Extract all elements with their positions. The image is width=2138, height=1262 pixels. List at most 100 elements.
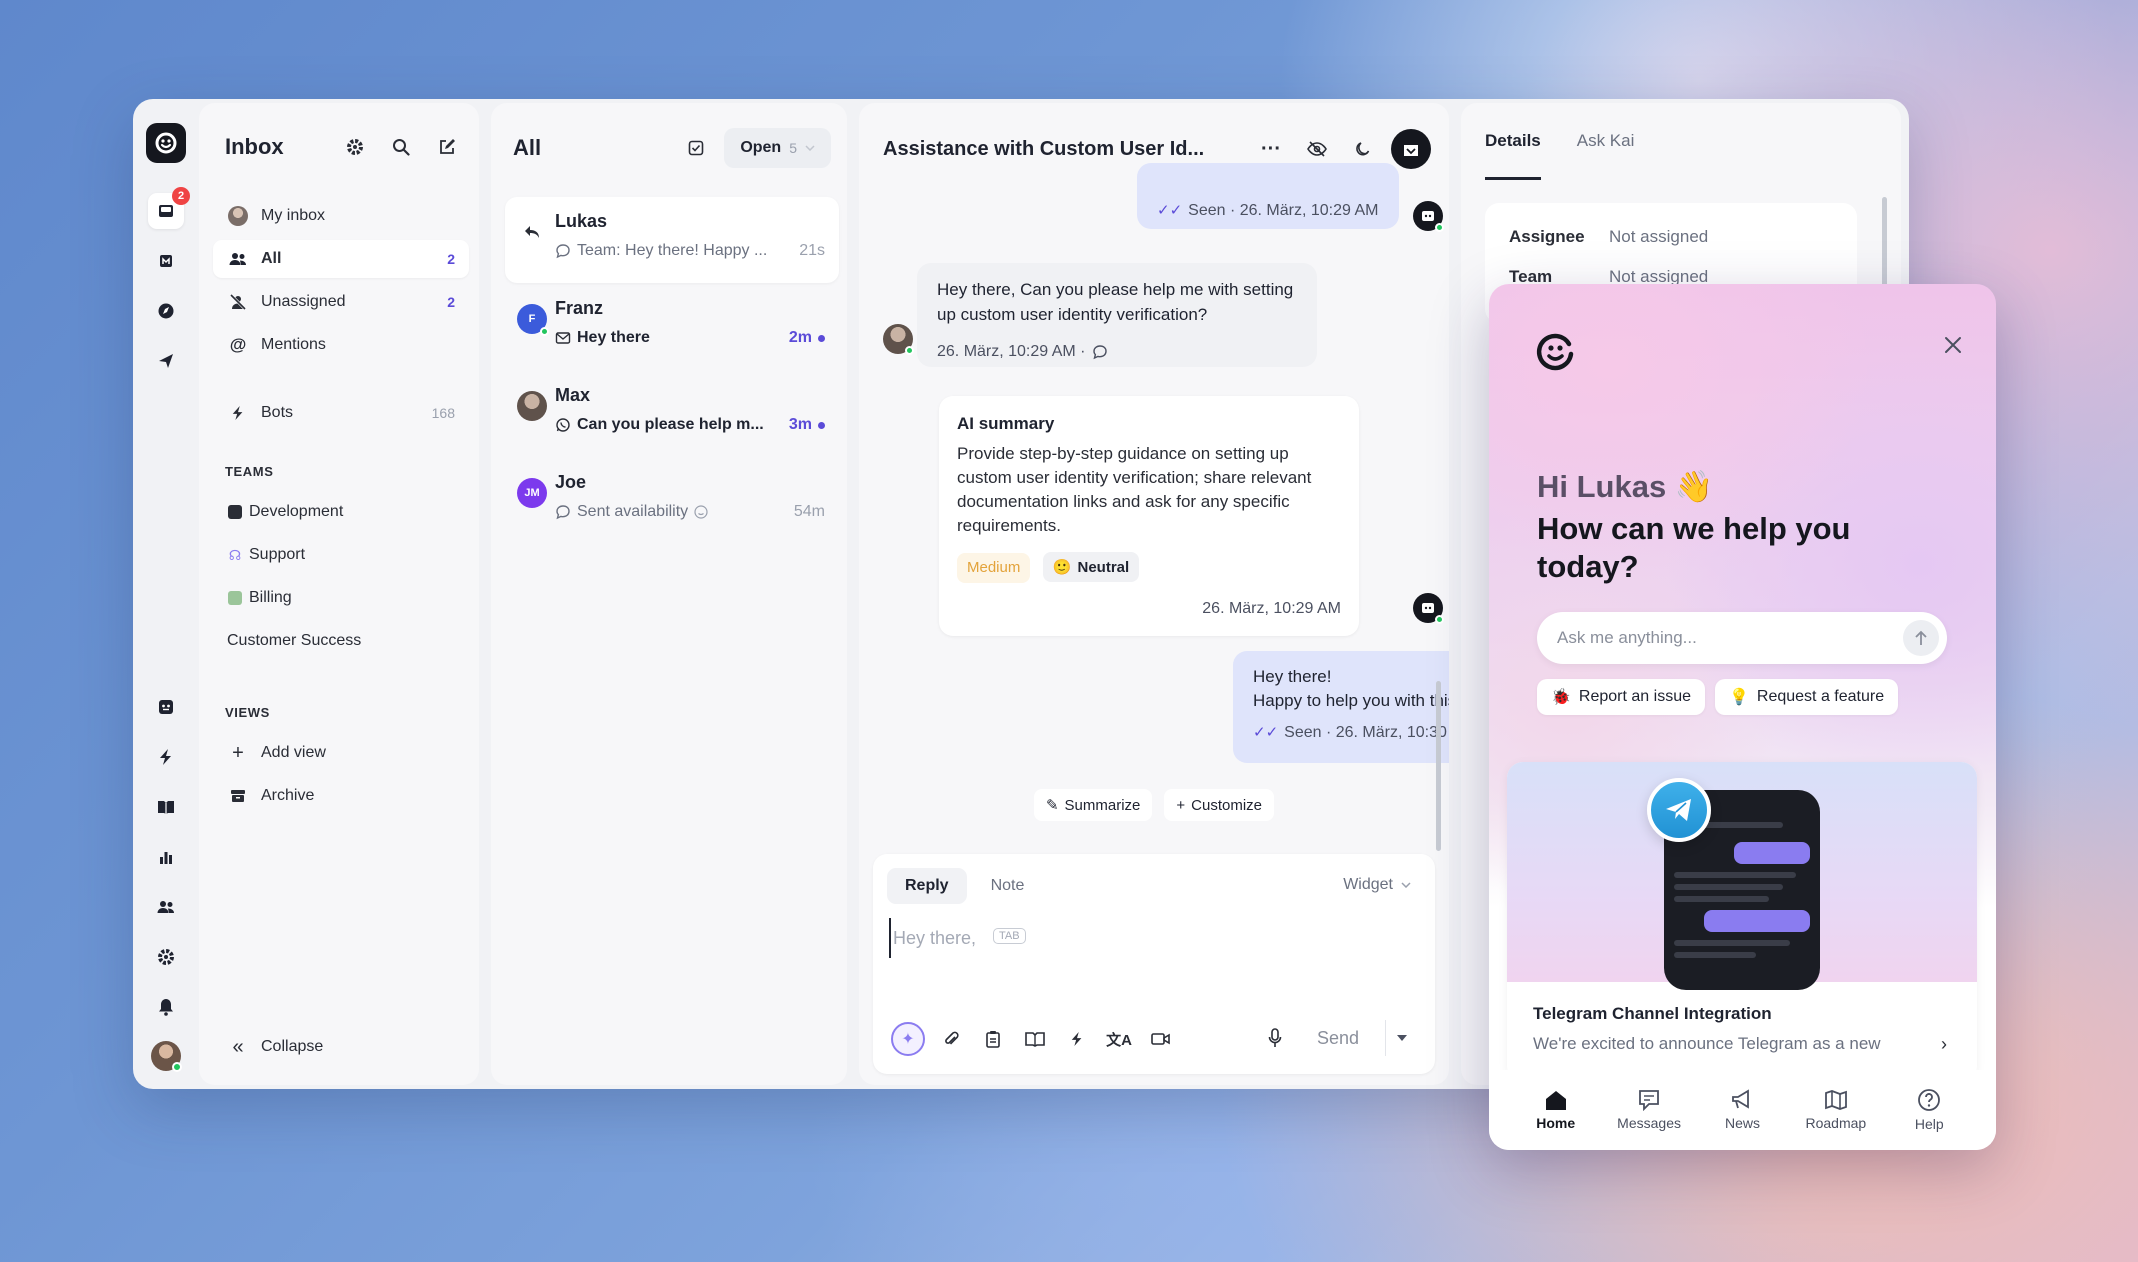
status-filter-dropdown[interactable]: Open 5 — [724, 128, 831, 168]
nav-search-button[interactable] — [383, 129, 419, 165]
gear-icon — [346, 138, 364, 156]
conversation-item-max[interactable]: Max Can you please help m... 3m — [505, 371, 839, 457]
bell-icon — [158, 998, 174, 1016]
nav-item-my-inbox[interactable]: My inbox — [213, 197, 469, 235]
collapse-button[interactable]: « Collapse — [213, 1028, 469, 1066]
template-button[interactable] — [977, 1023, 1009, 1055]
add-view-button[interactable]: + Add view — [213, 734, 469, 772]
chat-bubble-icon — [555, 504, 571, 520]
avatar — [228, 206, 248, 226]
widget-nav-label: Messages — [1617, 1115, 1681, 1131]
knowledge-button[interactable] — [1019, 1023, 1051, 1055]
message-text: Hey there, Can you please help me with s… — [937, 280, 1294, 324]
request-feature-button[interactable]: 💡 Request a feature — [1714, 679, 1899, 715]
user-slash-icon — [229, 293, 247, 311]
widget-close-button[interactable] — [1940, 332, 1966, 358]
attach-button[interactable] — [935, 1023, 967, 1055]
news-card[interactable]: Telegram Channel Integration We're excit… — [1507, 762, 1977, 1082]
details-scrollbar[interactable] — [1882, 197, 1887, 297]
macro-button[interactable] — [1061, 1023, 1093, 1055]
channel-dropdown[interactable]: Widget — [1343, 876, 1411, 894]
channel-label: Widget — [1343, 876, 1393, 893]
nav-compose-button[interactable] — [429, 129, 465, 165]
nav-settings-button[interactable] — [337, 129, 373, 165]
widget-nav-roadmap[interactable]: Roadmap — [1796, 1089, 1876, 1131]
book-icon — [157, 799, 175, 815]
team-customer-success[interactable]: Customer Success — [213, 622, 469, 660]
conversation-item-lukas[interactable]: Lukas Team: Hey there! Happy ... 21s — [505, 197, 839, 283]
tab-ask-kai[interactable]: Ask Kai — [1577, 131, 1635, 180]
rail-reports-button[interactable] — [148, 243, 184, 279]
whatsapp-icon — [555, 417, 571, 433]
hide-button[interactable] — [1299, 131, 1335, 167]
conversation-time: 21s — [799, 242, 825, 259]
team-support[interactable]: ☊ Support — [213, 536, 469, 574]
tab-reply[interactable]: Reply — [887, 868, 967, 904]
rail-bot-button[interactable] — [148, 689, 184, 725]
widget-nav-help[interactable]: Help — [1889, 1088, 1969, 1132]
more-options-button[interactable]: ··· — [1253, 131, 1289, 167]
widget-nav-messages[interactable]: Messages — [1609, 1089, 1689, 1131]
send-options-button[interactable] — [1385, 1020, 1417, 1056]
ai-assist-button[interactable]: ✦ — [891, 1022, 925, 1056]
send-button[interactable]: Send — [1301, 1020, 1375, 1056]
nav-item-mentions[interactable]: @ Mentions — [213, 326, 469, 364]
rail-notifications-button[interactable] — [148, 989, 184, 1025]
translate-button[interactable]: 文A — [1103, 1023, 1135, 1055]
list-header: All Open 5 — [513, 128, 831, 168]
assignee-avatar[interactable] — [1391, 129, 1431, 169]
conversation-item-joe[interactable]: JM Joe Sent availability 54m — [505, 458, 839, 544]
avatar — [517, 391, 547, 421]
mail-icon — [555, 331, 571, 345]
summarize-button[interactable]: ✎ Summarize — [1033, 789, 1153, 821]
rail-inbox-button[interactable]: 2 — [148, 187, 190, 229]
customize-button[interactable]: + Customize — [1164, 789, 1275, 821]
report-issue-button[interactable]: 🐞 Report an issue — [1537, 679, 1705, 715]
widget-nav-news[interactable]: News — [1702, 1089, 1782, 1131]
app-logo[interactable] — [146, 123, 186, 163]
lightning-icon — [158, 748, 174, 766]
assignee-row[interactable]: Assignee Not assigned — [1509, 227, 1833, 247]
gear-icon — [157, 948, 175, 966]
widget-nav-home[interactable]: Home — [1516, 1089, 1596, 1131]
rail-knowledge-button[interactable] — [148, 789, 184, 825]
rail-contacts-button[interactable] — [148, 889, 184, 925]
voice-button[interactable] — [1259, 1022, 1291, 1054]
customer-avatar — [883, 324, 914, 355]
rail-automation-button[interactable] — [148, 739, 184, 775]
team-billing[interactable]: Billing — [213, 579, 469, 617]
rail-outbound-button[interactable] — [148, 343, 184, 379]
money-icon — [228, 591, 242, 605]
lightning-icon — [1070, 1030, 1084, 1048]
tab-details[interactable]: Details — [1485, 131, 1541, 180]
widget-ask-send-button[interactable] — [1903, 620, 1939, 656]
team-development[interactable]: Development — [213, 493, 469, 531]
rail-settings-button[interactable] — [148, 939, 184, 975]
nav-item-bots[interactable]: Bots 168 — [213, 394, 469, 432]
chat-scrollbar[interactable] — [1436, 681, 1441, 851]
report-issue-label: Report an issue — [1578, 688, 1691, 705]
view-archive[interactable]: Archive — [213, 777, 469, 815]
video-button[interactable] — [1145, 1023, 1177, 1055]
neutral-face-icon: 🙂 — [1052, 559, 1072, 576]
nav-item-unassigned[interactable]: Unassigned 2 — [213, 283, 469, 321]
conversation-item-franz[interactable]: F Franz Hey there 2m — [505, 284, 839, 370]
reply-input[interactable] — [889, 918, 1369, 958]
double-check-icon: ✓✓ — [1157, 202, 1183, 219]
document-icon — [158, 253, 174, 269]
rail-explore-button[interactable] — [148, 293, 184, 329]
tab-note[interactable]: Note — [973, 868, 1043, 904]
bot-avatar — [1413, 593, 1444, 624]
nav-item-all[interactable]: All 2 — [213, 240, 469, 278]
snooze-button[interactable] — [1345, 131, 1381, 167]
customize-label: Customize — [1191, 796, 1263, 814]
select-all-button[interactable] — [678, 130, 714, 166]
conversation-list-panel: All Open 5 Lukas Team: Hey there! Happy … — [491, 103, 847, 1085]
archive-icon — [230, 789, 246, 803]
bot-icon — [1420, 209, 1436, 223]
rail-analytics-button[interactable] — [148, 839, 184, 875]
user-avatar[interactable] — [151, 1041, 182, 1072]
conversation-preview: Hey there — [577, 329, 650, 346]
icon-rail: 2 — [133, 99, 199, 1089]
widget-ask-input[interactable] — [1557, 628, 1903, 648]
